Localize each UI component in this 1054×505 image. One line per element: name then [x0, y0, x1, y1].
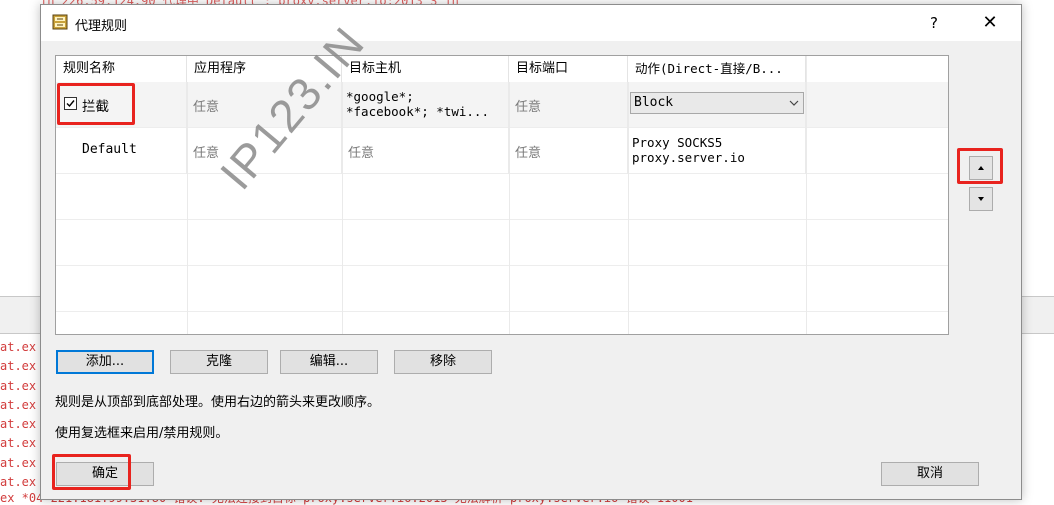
action-cell: Proxy SOCKS5 proxy.server.io: [628, 128, 806, 174]
target-host-line: *facebook*; *twi...: [346, 104, 489, 119]
rule-name: 拦截: [82, 99, 109, 115]
rule-enabled-checkbox[interactable]: [64, 97, 77, 110]
application-cell: 任意: [187, 128, 342, 174]
move-down-icon: [978, 197, 984, 201]
target-host-value: 任意: [348, 146, 375, 161]
proxy-rules-dialog: 代理规则 ? ✕ 规则名称 应用程序 目标主机 目标端口 动作(Direct-直…: [40, 4, 1022, 500]
title-bar: 代理规则 ? ✕: [41, 5, 1021, 41]
action-value: Proxy SOCKS5 proxy.server.io: [632, 135, 745, 165]
close-icon: ✕: [982, 12, 998, 33]
application-cell: 任意: [187, 82, 342, 128]
target-host-cell: 任意: [342, 128, 509, 174]
target-host-cell: *google*; *facebook*; *twi...: [342, 82, 509, 128]
table-row[interactable]: Default 任意 任意 任意 Proxy SOCKS5 proxy.serv…: [56, 128, 948, 174]
help-icon: ?: [930, 14, 938, 32]
action-cell: Block: [628, 82, 806, 128]
rule-name-cell: Default: [56, 128, 187, 174]
remove-button[interactable]: 移除: [394, 350, 492, 374]
column-header-action[interactable]: 动作(Direct-直接/B...: [628, 56, 806, 82]
rules-table[interactable]: 规则名称 应用程序 目标主机 目标端口 动作(Direct-直接/B... 拦截…: [55, 55, 949, 335]
target-port-value: 任意: [515, 100, 542, 115]
edit-button[interactable]: 编辑...: [280, 350, 378, 374]
checkbox-checked-icon: [66, 100, 75, 108]
application-value: 任意: [193, 146, 220, 161]
help-button[interactable]: ?: [919, 9, 949, 37]
table-row[interactable]: 拦截 任意 *google*; *facebook*; *twi... 任意 B…: [56, 82, 948, 128]
close-button[interactable]: ✕: [975, 9, 1005, 37]
application-value: 任意: [193, 100, 220, 115]
empty-row: [56, 312, 948, 334]
column-header-target-host[interactable]: 目标主机: [342, 56, 509, 82]
empty-row: [56, 266, 948, 312]
rule-name: Default: [82, 142, 137, 157]
info-order: 规则是从顶部到底部处理。使用右边的箭头来更改顺序。: [55, 395, 381, 410]
action-line: proxy.server.io: [632, 150, 745, 165]
info-checkbox: 使用复选框来启用/禁用规则。: [55, 426, 229, 441]
move-up-icon: [978, 166, 984, 170]
empty-row: [56, 220, 948, 266]
target-host-value: *google*; *facebook*; *twi...: [346, 89, 489, 119]
action-select-value: Block: [634, 95, 674, 110]
ok-button[interactable]: 确定: [56, 462, 154, 486]
target-host-line: *google*;: [346, 89, 414, 104]
column-header-target-port[interactable]: 目标端口: [509, 56, 628, 82]
column-header-application[interactable]: 应用程序: [187, 56, 342, 82]
empty-row: [56, 174, 948, 220]
table-header: 规则名称 应用程序 目标主机 目标端口 动作(Direct-直接/B...: [56, 56, 948, 82]
move-up-button[interactable]: [969, 156, 993, 180]
clone-button[interactable]: 克隆: [170, 350, 268, 374]
app-icon: [52, 14, 68, 30]
column-header-rule-name[interactable]: 规则名称: [56, 56, 187, 82]
move-down-button[interactable]: [969, 187, 993, 211]
add-button[interactable]: 添加...: [56, 350, 154, 374]
rule-name-cell: 拦截: [56, 82, 187, 128]
target-port-cell: 任意: [509, 128, 628, 174]
target-port-value: 任意: [515, 146, 542, 161]
cancel-button[interactable]: 取消: [881, 462, 979, 486]
dropdown-arrow-icon: [789, 100, 799, 106]
action-select[interactable]: Block: [630, 92, 804, 114]
action-line: Proxy SOCKS5: [632, 135, 723, 150]
dialog-title: 代理规则: [75, 19, 128, 34]
target-port-cell: 任意: [509, 82, 628, 128]
